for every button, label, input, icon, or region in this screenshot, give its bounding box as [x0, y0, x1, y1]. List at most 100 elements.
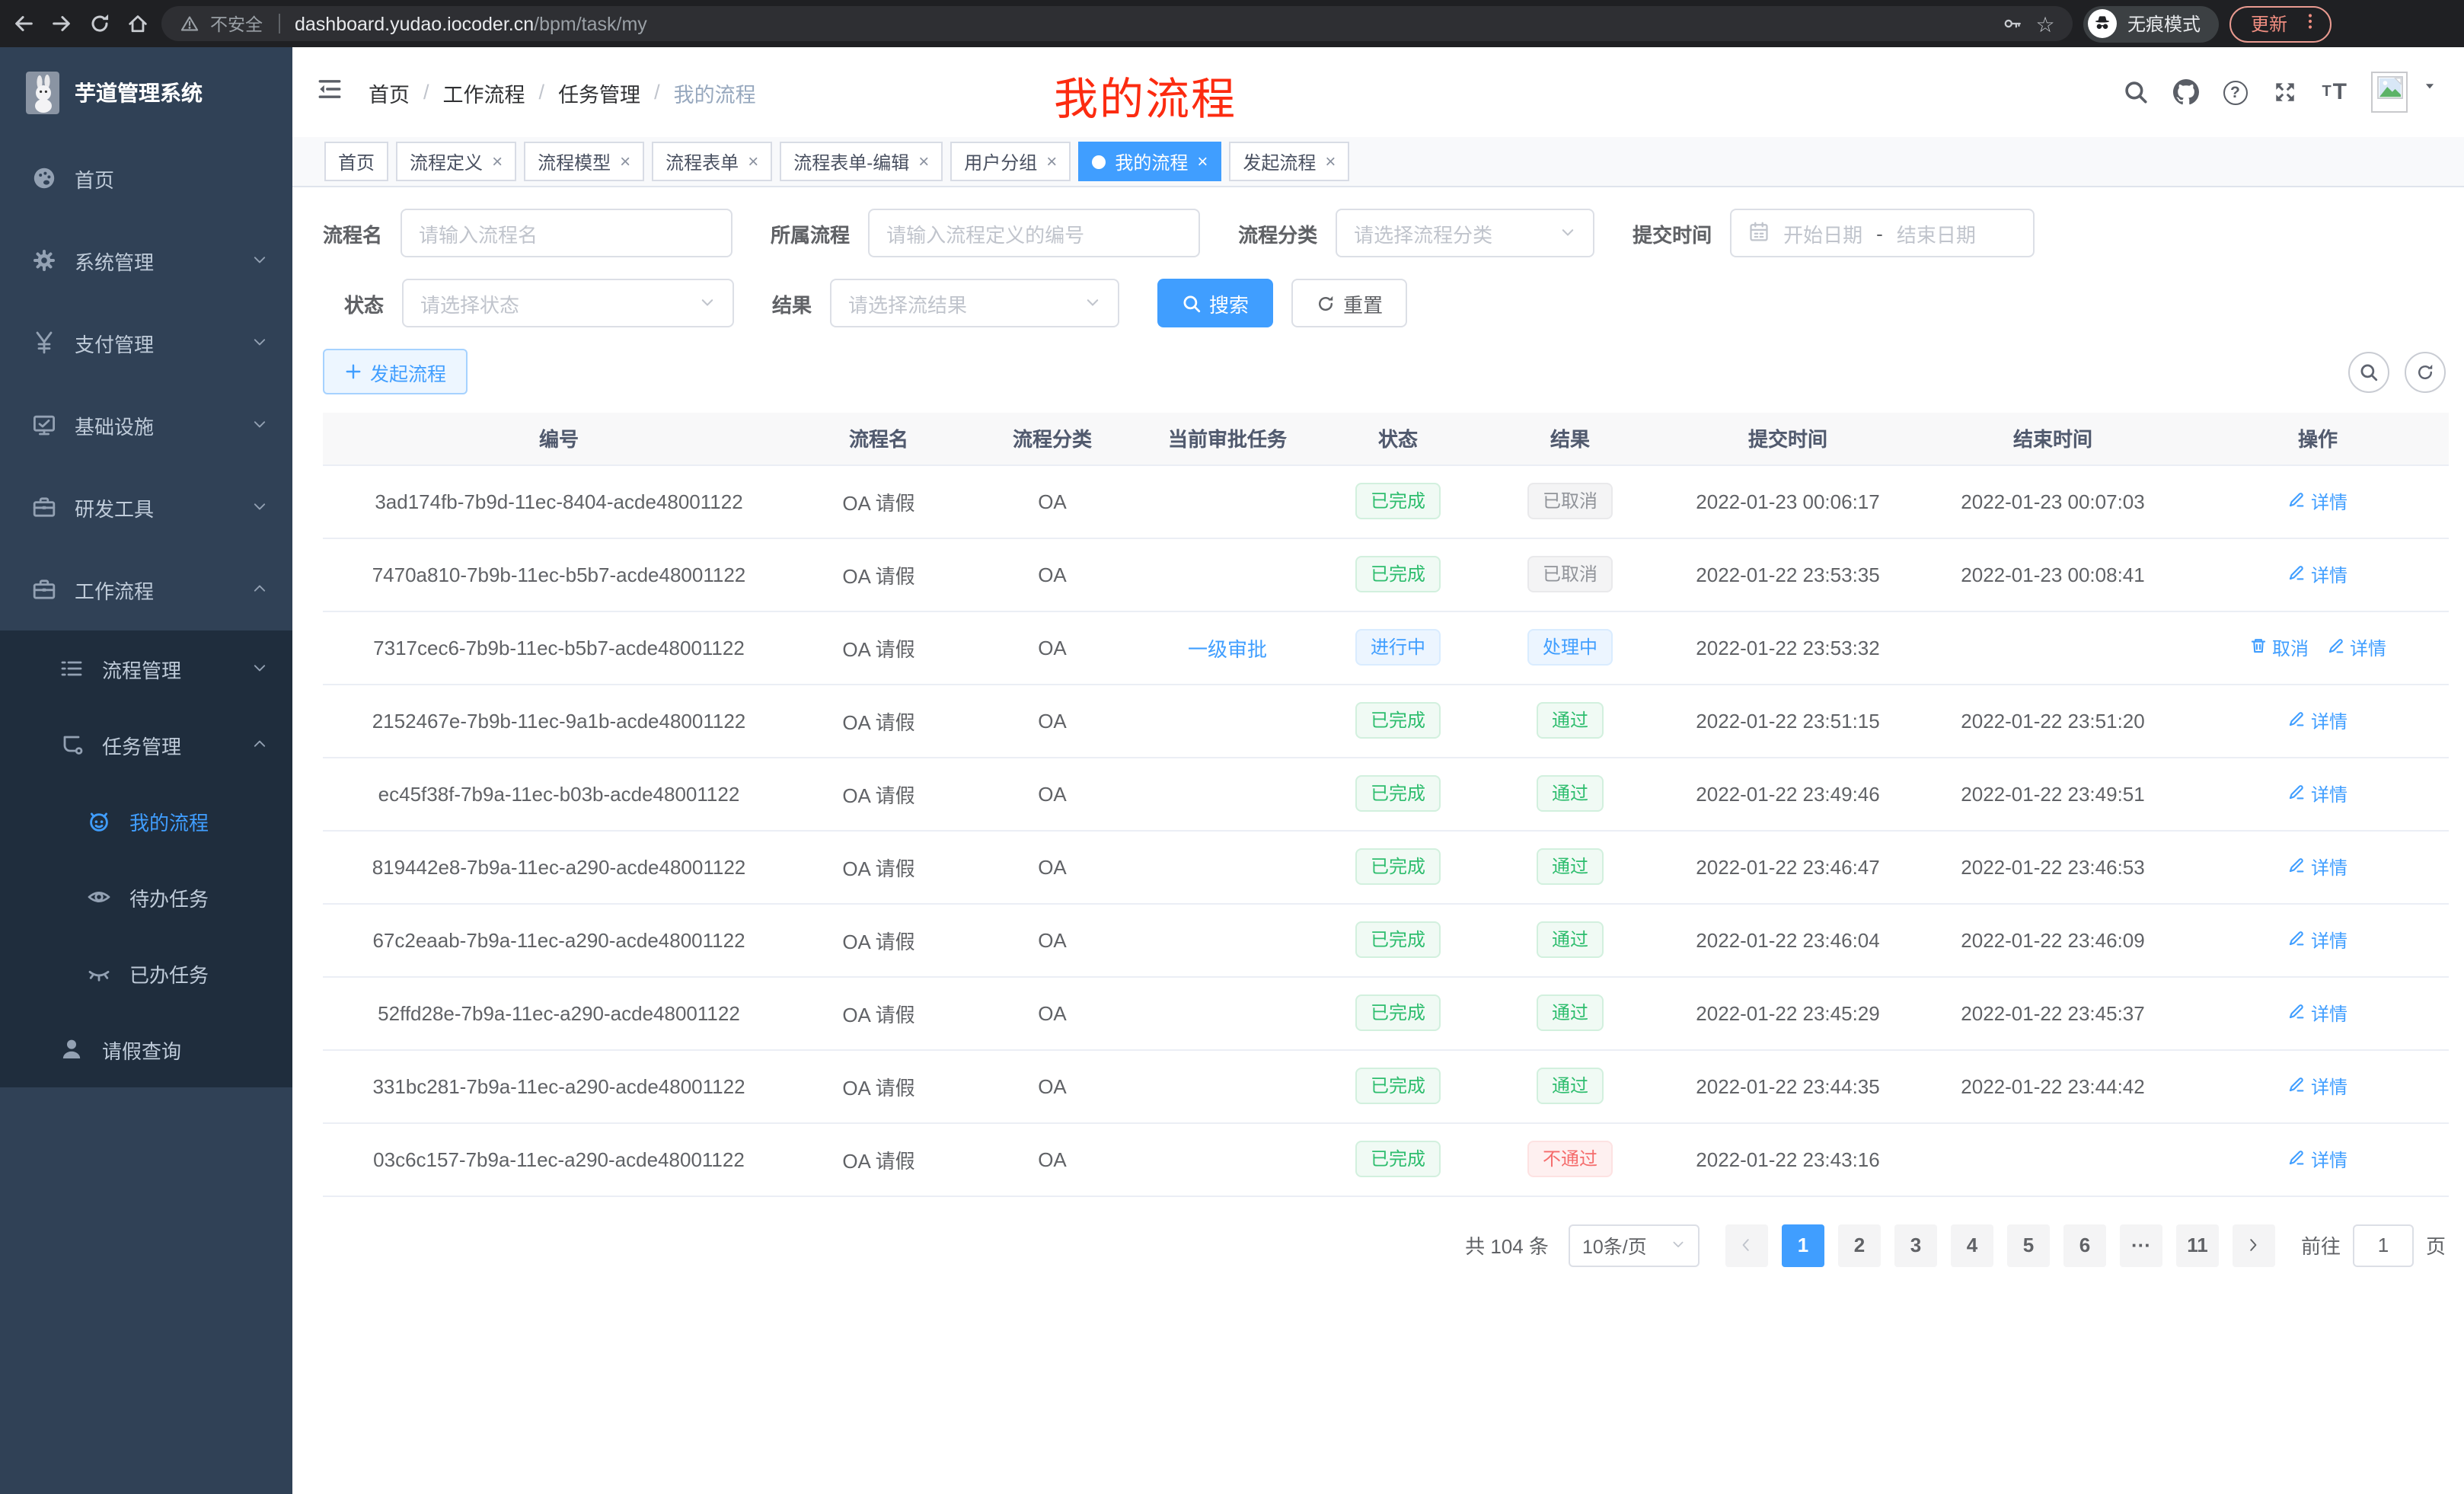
page-button-6[interactable]: 6	[2063, 1224, 2106, 1266]
column-header: 结果	[1483, 413, 1657, 464]
breadcrumb: 首页/工作流程/任务管理/我的流程	[369, 77, 756, 107]
sidebar-item-devtools[interactable]: 研发工具	[0, 466, 292, 548]
close-icon[interactable]: ×	[748, 152, 758, 171]
refresh-table-button[interactable]	[2405, 351, 2446, 392]
cell-end-time: 2022-01-22 23:46:53	[1919, 830, 2187, 903]
sidebar-item-infra[interactable]: 基础设施	[0, 384, 292, 466]
breadcrumb-item[interactable]: 首页	[369, 77, 410, 107]
sidebar-collapse-icon[interactable]	[317, 75, 343, 109]
close-icon[interactable]: ×	[620, 152, 630, 171]
sidebar-item-leave-query[interactable]: 请假查询	[0, 1011, 292, 1087]
cell-actions: 详情	[2187, 464, 2449, 538]
page-size-value: 10条/页	[1582, 1231, 1647, 1259]
cell-end-time: 2022-01-22 23:46:09	[1919, 903, 2187, 976]
sidebar-item-system[interactable]: 系统管理	[0, 219, 292, 302]
process-def-input[interactable]: 请输入流程定义的编号	[868, 209, 1200, 257]
url-bar[interactable]: 不安全 dashboard.yudao.iocoder.cn/bpm/task/…	[161, 6, 2073, 41]
page-button-3[interactable]: 3	[1894, 1224, 1937, 1266]
show-search-button[interactable]	[2348, 351, 2389, 392]
fullscreen-icon[interactable]	[2271, 79, 2297, 105]
detail-action[interactable]: 详情	[2288, 707, 2348, 733]
tab-start-process[interactable]: 发起流程×	[1229, 142, 1349, 181]
github-icon[interactable]	[2172, 79, 2198, 105]
cancel-action[interactable]: 取消	[2249, 634, 2309, 660]
caret-down-icon[interactable]	[2423, 73, 2437, 101]
browser-update-button[interactable]: 更新	[2229, 5, 2332, 42]
sidebar-item-todo-task[interactable]: 待办任务	[0, 859, 292, 935]
result-badge: 已取消	[1527, 483, 1613, 519]
sidebar-item-my-process[interactable]: 我的流程	[0, 783, 292, 859]
font-size-icon[interactable]: TT	[2322, 79, 2347, 105]
detail-action[interactable]: 详情	[2288, 488, 2348, 514]
detail-action[interactable]: 详情	[2288, 927, 2348, 953]
security-label[interactable]: 不安全	[210, 11, 263, 36]
close-icon[interactable]: ×	[1325, 152, 1336, 171]
detail-action[interactable]: 详情	[2288, 781, 2348, 806]
breadcrumb-item[interactable]: 任务管理	[558, 77, 640, 107]
page-button-11[interactable]: 11	[2176, 1224, 2219, 1266]
result-select[interactable]: 请选择流结果	[830, 279, 1119, 327]
tab-my-process[interactable]: 我的流程×	[1078, 142, 1221, 181]
close-icon[interactable]: ×	[492, 152, 503, 171]
menu-dots-icon[interactable]	[2301, 12, 2319, 35]
page-button-1[interactable]: 1	[1782, 1224, 1824, 1266]
page-button-2[interactable]: 2	[1838, 1224, 1881, 1266]
detail-action[interactable]: 详情	[2288, 1073, 2348, 1099]
cell-result: 已取消	[1483, 464, 1657, 538]
prev-page-button[interactable]	[1725, 1224, 1768, 1266]
sidebar-item-task-mgmt[interactable]: 任务管理	[0, 707, 292, 783]
jump-page-input[interactable]	[2353, 1224, 2414, 1266]
tab-process-model[interactable]: 流程模型×	[524, 142, 644, 181]
create-process-button[interactable]: 发起流程	[323, 349, 468, 394]
help-icon[interactable]: ?	[2223, 80, 2247, 104]
cell-process-id: 52ffd28e-7b9a-11ec-a290-acde48001122	[323, 976, 795, 1049]
tab-user-group[interactable]: 用户分组×	[950, 142, 1071, 181]
detail-action[interactable]: 详情	[2288, 854, 2348, 879]
status-badge: 进行中	[1355, 629, 1441, 666]
date-range-picker[interactable]: 开始日期 - 结束日期	[1730, 209, 2035, 257]
bookmark-star-icon[interactable]: ☆	[2033, 11, 2057, 36]
close-icon[interactable]: ×	[1197, 152, 1208, 171]
sidebar-menu: 首页系统管理支付管理基础设施研发工具工作流程流程管理任务管理我的流程待办任务已办…	[0, 137, 292, 1087]
close-icon[interactable]: ×	[1046, 152, 1057, 171]
page-button-4[interactable]: 4	[1951, 1224, 1993, 1266]
tab-home[interactable]: 首页	[324, 142, 388, 181]
status-badge: 已完成	[1355, 1141, 1441, 1177]
page-size-select[interactable]: 10条/页	[1569, 1224, 1700, 1266]
tab-process-form[interactable]: 流程表单×	[652, 142, 772, 181]
page-button-5[interactable]: 5	[2007, 1224, 2050, 1266]
detail-action[interactable]: 详情	[2327, 634, 2386, 660]
back-icon[interactable]	[9, 10, 37, 37]
home-icon[interactable]	[123, 10, 151, 37]
detail-action[interactable]: 详情	[2288, 1000, 2348, 1026]
sidebar-item-done-task[interactable]: 已办任务	[0, 935, 292, 1011]
sidebar-item-process-mgmt[interactable]: 流程管理	[0, 630, 292, 707]
status-select[interactable]: 请选择状态	[402, 279, 734, 327]
current-task-link[interactable]: 一级审批	[1188, 637, 1267, 660]
key-icon[interactable]	[2000, 11, 2024, 36]
more-pages-button[interactable]: ···	[2120, 1224, 2162, 1266]
close-icon[interactable]: ×	[918, 152, 929, 171]
app-logo[interactable]: 芋道管理系统	[0, 47, 292, 137]
detail-action[interactable]: 详情	[2288, 561, 2348, 587]
category-select[interactable]: 请选择流程分类	[1336, 209, 1594, 257]
tab-form-edit[interactable]: 流程表单-编辑×	[780, 142, 943, 181]
sidebar-item-home[interactable]: 首页	[0, 137, 292, 219]
status-badge: 已完成	[1355, 994, 1441, 1031]
next-page-button[interactable]	[2233, 1224, 2275, 1266]
avatar[interactable]	[2371, 72, 2408, 113]
tab-process-def[interactable]: 流程定义×	[396, 142, 516, 181]
detail-action[interactable]: 详情	[2288, 1146, 2348, 1172]
reload-icon[interactable]	[85, 10, 113, 37]
reset-button[interactable]: 重置	[1291, 279, 1407, 327]
forward-icon[interactable]	[47, 10, 75, 37]
result-badge: 通过	[1537, 702, 1604, 739]
process-name-input[interactable]: 请输入流程名	[401, 209, 732, 257]
search-icon[interactable]	[2122, 79, 2148, 105]
sidebar-item-workflow[interactable]: 工作流程	[0, 548, 292, 630]
eye-icon	[87, 885, 111, 909]
breadcrumb-item[interactable]: 工作流程	[443, 77, 525, 107]
search-button[interactable]: 搜索	[1157, 279, 1273, 327]
cell-submit-time: 2022-01-23 00:06:17	[1657, 464, 1919, 538]
sidebar-item-payment[interactable]: 支付管理	[0, 302, 292, 384]
